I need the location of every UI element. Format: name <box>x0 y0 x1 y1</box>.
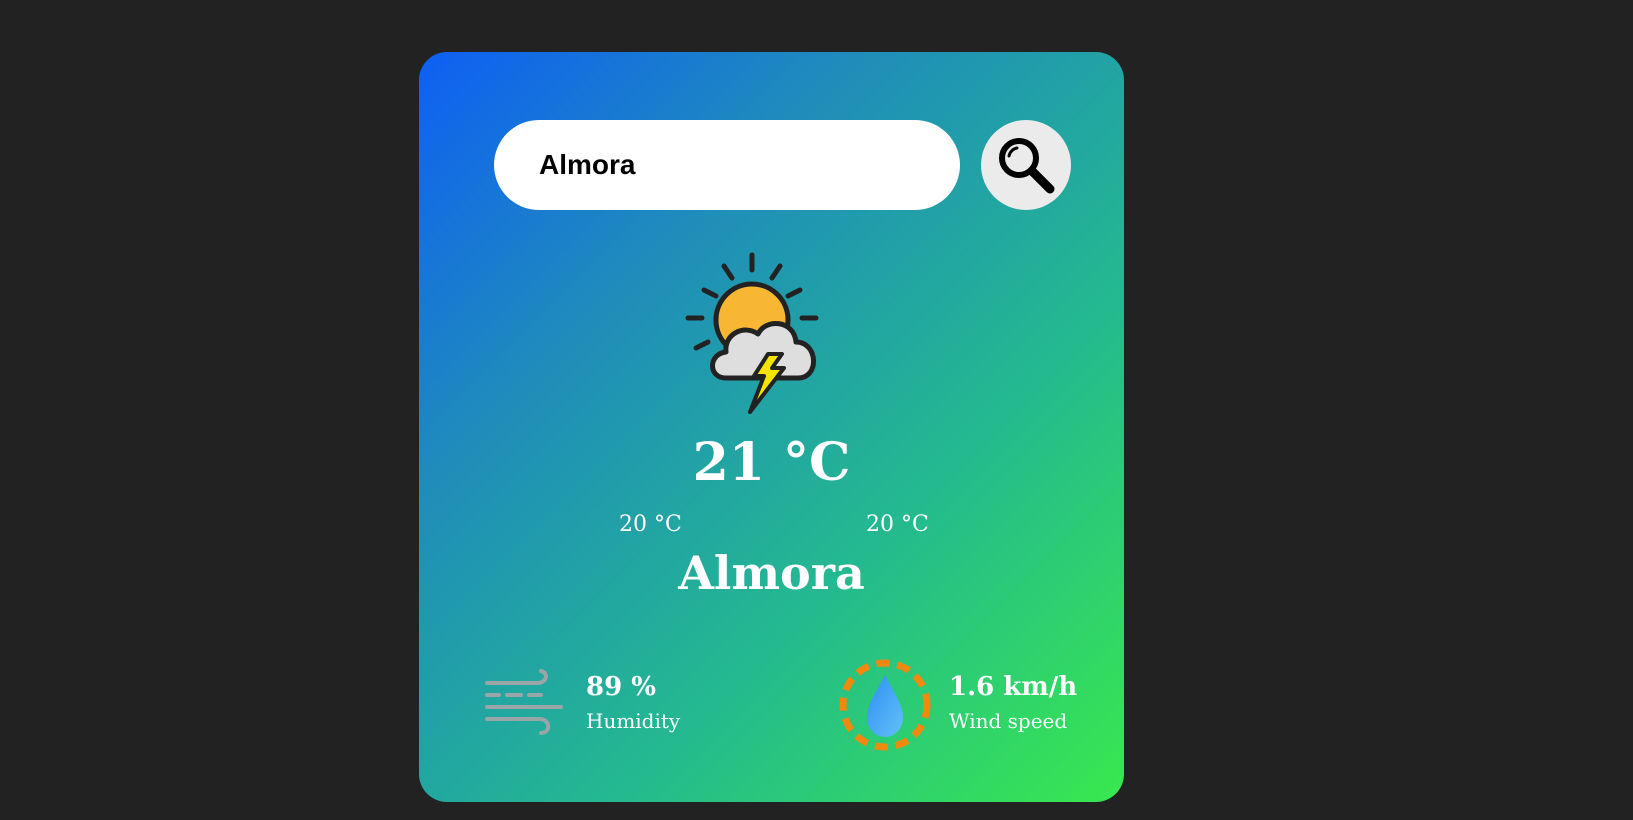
wind-icon <box>485 669 563 735</box>
search-input[interactable] <box>494 120 960 210</box>
water-drop-icon <box>839 659 931 751</box>
search-bar <box>494 120 1074 210</box>
min-temperature: 20 °C <box>619 512 682 537</box>
wind-value: 1.6 km/h <box>949 672 1078 702</box>
temperature: 21 °C <box>692 432 851 493</box>
wind-stat: 1.6 km/h Wind speed <box>839 657 1099 757</box>
magnifier-icon <box>999 138 1055 194</box>
thunderstorm-partly-sunny-icon <box>685 252 819 414</box>
city-name: Almora <box>678 546 865 600</box>
max-temperature: 20 °C <box>866 512 929 537</box>
weather-card: 21 °C 20 °C 20 °C Almora 89 % Humidity <box>419 52 1124 802</box>
humidity-value: 89 % <box>586 672 656 702</box>
search-button[interactable] <box>981 120 1071 210</box>
humidity-stat: 89 % Humidity <box>481 657 741 757</box>
wind-label: Wind speed <box>949 709 1068 733</box>
humidity-label: Humidity <box>586 709 681 733</box>
